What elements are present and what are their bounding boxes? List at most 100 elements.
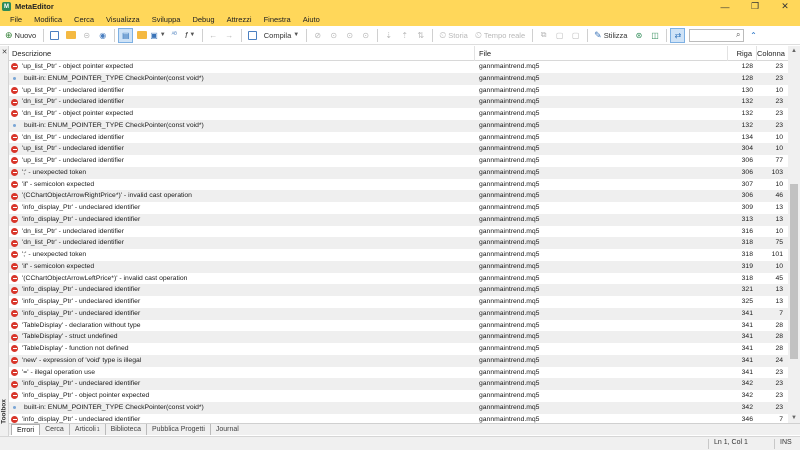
scroll-up-icon[interactable]: ▲ — [788, 46, 800, 56]
open-folder-button[interactable] — [63, 28, 78, 43]
community-button[interactable]: ⊛ — [631, 28, 646, 43]
new-document-button[interactable] — [47, 28, 62, 43]
table-row[interactable]: 'info_display_Ptr' - undeclared identifi… — [9, 378, 788, 390]
table-row[interactable]: built-in: ENUM_POINTER_TYPE CheckPointer… — [9, 119, 788, 132]
table-row[interactable]: ';' - unexpected token gannmaintrend.mq5 3… — [9, 166, 788, 179]
tab-journal[interactable]: Journal — [211, 424, 244, 435]
search-input[interactable]: ⌕ — [689, 28, 745, 42]
line-cell: 342 — [741, 392, 753, 399]
column-header-description[interactable]: Descrizione — [9, 46, 475, 61]
table-row[interactable]: 'info_display_Ptr' - object pointer expe… — [9, 390, 788, 402]
table-row[interactable]: 'TableDisplay' - declaration without typ… — [9, 320, 788, 332]
clipboard-icon: ▣ — [150, 30, 158, 40]
step-into-button[interactable]: ⇣ — [381, 28, 396, 43]
table-row[interactable]: '(CChartObjectArrowRightPrice*)' - inval… — [9, 190, 788, 202]
tab-errors[interactable]: Errori — [11, 424, 41, 435]
table-row[interactable]: '(CChartObjectArrowLeftPrice*)' - invali… — [9, 273, 788, 285]
table-row[interactable]: 'info_display_Ptr' - undeclared identifi… — [9, 202, 788, 214]
scrollbar-thumb[interactable] — [790, 184, 798, 359]
vertical-scrollbar[interactable]: ▲ ▼ — [788, 46, 800, 423]
column-header-file[interactable]: File — [475, 46, 728, 61]
menu-view[interactable]: Visualizza — [100, 15, 146, 24]
realtime-button[interactable]: ⏲ Tempo reale — [472, 28, 528, 43]
compile-button[interactable]: Compila ▼ — [261, 28, 302, 43]
minimize-button[interactable]: — — [710, 0, 740, 13]
compile-icon-button[interactable] — [245, 28, 260, 43]
description-cell: 'info_display_Ptr' - undeclared identifi… — [9, 202, 475, 214]
menu-edit[interactable]: Modifica — [28, 15, 68, 24]
tab-publish-projects[interactable]: Pubblica Progetti — [147, 424, 211, 435]
table-row[interactable]: 'up_list_Ptr' - undeclared identifier gan… — [9, 155, 788, 167]
toolbox-toggle-button[interactable] — [134, 28, 149, 43]
table-row[interactable]: 'up_list_Ptr' - undeclared identifier gan… — [9, 85, 788, 97]
table-row[interactable]: 'if' - semicolon expected gannmaintrend.m… — [9, 179, 788, 191]
download-button[interactable]: ⊝ — [79, 28, 94, 43]
menu-file[interactable]: File — [4, 15, 28, 24]
table-row[interactable]: 'info_display_Ptr' - undeclared identifi… — [9, 213, 788, 226]
pause-button[interactable]: ⊙ — [342, 28, 357, 43]
styles-dropdown-button[interactable]: ▣ ▼ — [150, 28, 166, 43]
function-dropdown-button[interactable]: f ▼ — [183, 28, 198, 43]
compile-label: Compila — [263, 30, 292, 40]
styler-button[interactable]: ✎ Stilizza — [591, 28, 630, 43]
snippet-button[interactable]: ▢ — [568, 28, 583, 43]
abc-button[interactable]: ᴬᴮ — [167, 28, 182, 43]
stop-button[interactable]: ⊘ — [310, 28, 325, 43]
forward-button[interactable]: → — [222, 28, 237, 43]
column-header-column[interactable]: Colonna — [757, 46, 788, 61]
paste-button[interactable]: ▢ — [552, 28, 567, 43]
table-row[interactable]: 'dn_list_Ptr' - undeclared identifier gan… — [9, 226, 788, 238]
close-button[interactable]: ✕ — [770, 0, 800, 13]
scroll-down-icon[interactable]: ▼ — [788, 413, 800, 423]
table-row[interactable]: 'TableDisplay' - struct undefined gannmai… — [9, 331, 788, 343]
table-row[interactable]: 'info_display_Ptr' - undeclared identifi… — [9, 296, 788, 308]
copy-button[interactable]: ⧉ — [536, 28, 551, 43]
history-button[interactable]: ⏲ Storia — [436, 28, 471, 43]
tab-search[interactable]: Cerca — [40, 424, 70, 435]
tab-library[interactable]: Biblioteca — [106, 424, 147, 435]
vps-button[interactable]: ◫ — [647, 28, 662, 43]
table-row[interactable]: 'dn_list_Ptr' - undeclared identifier gan… — [9, 132, 788, 144]
table-row[interactable]: built-in: ENUM_POINTER_TYPE CheckPointer… — [9, 401, 788, 414]
tab-articles[interactable]: Articoli 1 — [70, 424, 106, 435]
new-button[interactable]: ⊕ Nuovo — [2, 28, 39, 43]
play-button[interactable]: ⊙ — [326, 28, 341, 43]
step-out-button[interactable]: ⇅ — [413, 28, 428, 43]
back-button[interactable]: ← — [206, 28, 221, 43]
table-row[interactable]: 'new' - expression of 'void' type is ill… — [9, 354, 788, 367]
table-row[interactable]: '=' - illegal operation use gannmaintrend… — [9, 367, 788, 379]
close-toolbox-button[interactable]: ✕ — [1, 49, 8, 56]
table-row[interactable]: 'if' - semicolon expected gannmaintrend.m… — [9, 260, 788, 273]
error-icon — [11, 274, 18, 282]
table-row[interactable]: ';' - unexpected token gannmaintrend.mq5 3… — [9, 249, 788, 261]
menu-tools[interactable]: Attrezzi — [221, 15, 258, 24]
table-row[interactable]: 'info_display_Ptr' - undeclared identifi… — [9, 307, 788, 320]
step-over-button[interactable]: ⇡ — [397, 28, 412, 43]
save-button[interactable]: ◉ — [95, 28, 110, 43]
menu-search[interactable]: Cerca — [68, 15, 100, 24]
menu-debug[interactable]: Debug — [186, 15, 220, 24]
menu-develop[interactable]: Sviluppa — [146, 15, 187, 24]
column-header-line[interactable]: Riga — [728, 46, 757, 61]
navigator-toggle-button[interactable]: ▤ — [118, 27, 134, 43]
table-row[interactable]: 'info_display_Ptr' - undeclared identifi… — [9, 414, 788, 424]
file-cell: gannmaintrend.mq5 — [479, 345, 540, 352]
table-row[interactable]: 'dn_list_Ptr' - object pointer expected g… — [9, 108, 788, 120]
table-row[interactable]: 'info_display_Ptr' - undeclared identifi… — [9, 284, 788, 296]
menu-window[interactable]: Finestra — [258, 15, 297, 24]
collapse-toolbar-button[interactable]: ⌃ — [747, 29, 759, 42]
settings-toggle-button[interactable]: ⇄ — [670, 27, 686, 43]
error-icon — [11, 133, 18, 141]
description-cell: 'info_display_Ptr' - undeclared identifi… — [9, 308, 475, 320]
maximize-button[interactable]: ❐ — [740, 0, 770, 13]
error-icon — [11, 392, 18, 400]
stop-debug-button[interactable]: ⊙ — [358, 28, 373, 43]
table-row[interactable]: 'dn_list_Ptr' - undeclared identifier gan… — [9, 237, 788, 249]
table-row[interactable]: 'dn_list_Ptr' - undeclared identifier gan… — [9, 96, 788, 108]
table-row[interactable]: 'up_list_Ptr' - undeclared identifier gan… — [9, 143, 788, 155]
table-row[interactable]: 'TableDisplay' - function not defined gan… — [9, 343, 788, 355]
table-row[interactable]: 'up_list_Ptr' - object pointer expected g… — [9, 61, 788, 73]
column-cell: 10 — [775, 262, 783, 270]
menu-help[interactable]: Aiuto — [297, 15, 326, 24]
table-row[interactable]: built-in: ENUM_POINTER_TYPE CheckPointer… — [9, 72, 788, 85]
